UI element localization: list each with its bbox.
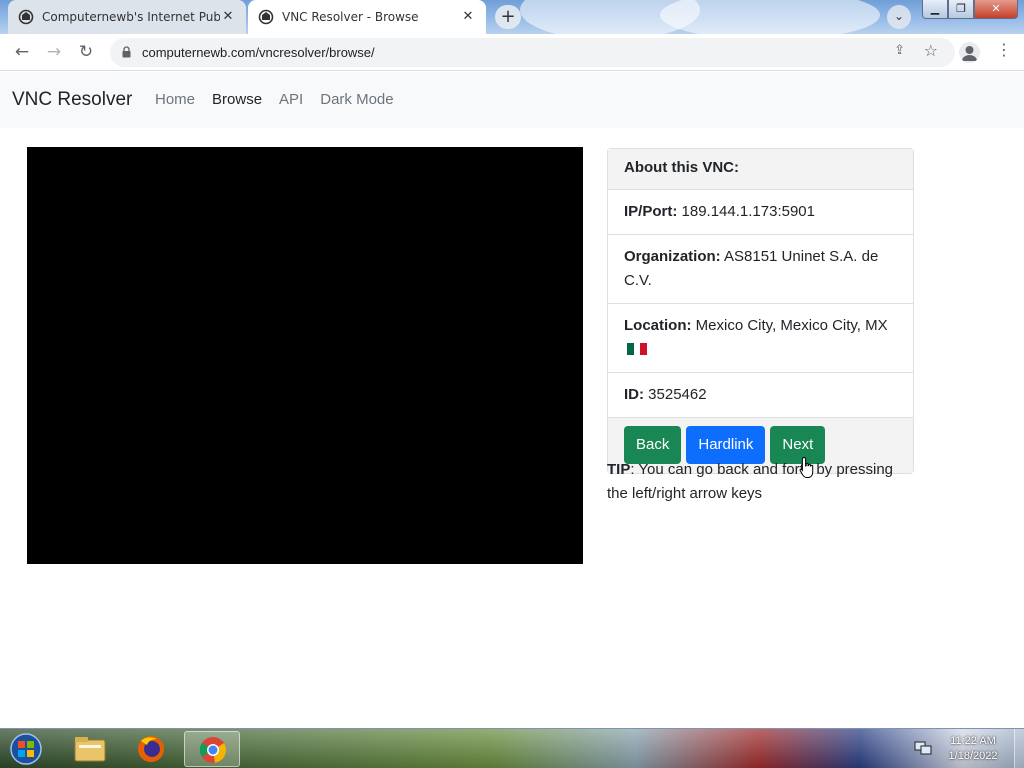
tab-vnc-resolver[interactable]: VNC Resolver - Browse ✕ [248,0,486,34]
clock-time: 11:22 AM [950,735,996,747]
tab-internet-pub[interactable]: Computernewb's Internet Pub Hu ✕ [8,0,246,34]
network-tray-icon[interactable] [914,740,932,756]
url-text: computernewb.com/vncresolver/browse/ [142,45,375,60]
profile-avatar-icon[interactable] [959,42,980,63]
location-row: Location: Mexico City, Mexico City, MX [608,304,913,373]
windows-taskbar: 11:22 AM 1/18/2022 [0,728,1024,768]
tab-close-icon[interactable]: ✕ [460,9,476,25]
id-row: ID: 3525462 [608,373,913,418]
location-label: Location: [624,317,692,334]
location-value: Mexico City, Mexico City, MX [695,317,888,334]
nav-link-dark-mode[interactable]: Dark Mode [320,91,393,108]
minimize-button[interactable]: ▁ [922,0,948,19]
card-header: About this VNC: [608,149,913,190]
computernewb-favicon-icon [258,9,274,25]
hand-cursor-icon [799,456,814,478]
browser-toolbar: ← → ↻ computernewb.com/vncresolver/brows… [0,34,1024,71]
reload-icon[interactable]: ↻ [74,40,98,64]
vnc-info-card: About this VNC: IP/Port: 189.144.1.173:5… [607,148,914,474]
show-desktop-button[interactable] [1014,729,1024,768]
share-icon[interactable]: ⇪ [894,43,905,58]
tip-label: TIP [607,461,631,478]
file-explorer-icon[interactable] [62,731,118,767]
vnc-screenshot [27,147,583,564]
address-bar[interactable]: computernewb.com/vncresolver/browse/ ⇪ ☆ [110,38,955,67]
nav-link-home[interactable]: Home [155,91,195,108]
firefox-icon[interactable] [123,731,179,767]
tab-close-icon[interactable]: ✕ [220,9,236,25]
browser-tab-strip: Computernewb's Internet Pub Hu ✕ VNC Res… [0,0,1024,34]
tab-title: VNC Resolver - Browse [282,10,419,24]
tab-title: Computernewb's Internet Pub Hu [42,10,220,24]
ip-port-row: IP/Port: 189.144.1.173:5901 [608,190,913,235]
new-tab-button[interactable]: + [495,5,521,29]
tip-text: : You can go back and forth by pressing … [607,461,894,502]
ip-port-value: 189.144.1.173:5901 [681,203,815,220]
windows-start-icon[interactable] [6,732,46,766]
nav-links: Home Browse API Dark Mode [155,91,394,108]
organization-label: Organization: [624,248,721,265]
back-arrow-icon[interactable]: ← [10,40,34,64]
organization-row: Organization: AS8151 Uninet S.A. de C.V. [608,235,913,304]
sky-cloud [660,0,880,34]
window-controls: ▁ ❐ ✕ [922,0,1018,19]
id-value: 3525462 [648,386,707,403]
forward-arrow-icon[interactable]: → [42,40,66,64]
nav-link-api[interactable]: API [279,91,303,108]
chrome-icon [199,737,227,763]
chrome-taskbar-button[interactable] [184,731,240,767]
site-navbar: VNC Resolver Home Browse API Dark Mode [0,72,1024,128]
system-clock[interactable]: 11:22 AM 1/18/2022 [940,734,1006,764]
restore-button[interactable]: ❐ [948,0,974,19]
keyboard-tip: TIP: You can go back and forth by pressi… [607,458,917,506]
mexico-flag-icon [627,343,647,355]
computernewb-favicon-icon [18,9,34,25]
id-label: ID: [624,386,644,403]
lock-icon [122,46,131,58]
tab-search-chevron-icon[interactable]: ⌄ [887,5,911,29]
window-close-button[interactable]: ✕ [974,0,1018,19]
browser-menu-icon[interactable]: ⋮ [996,40,1012,59]
clock-date: 1/18/2022 [948,750,998,762]
bookmark-star-icon[interactable]: ☆ [924,41,938,60]
nav-link-browse[interactable]: Browse [212,91,262,108]
site-brand[interactable]: VNC Resolver [12,89,132,111]
ip-port-label: IP/Port: [624,203,678,220]
